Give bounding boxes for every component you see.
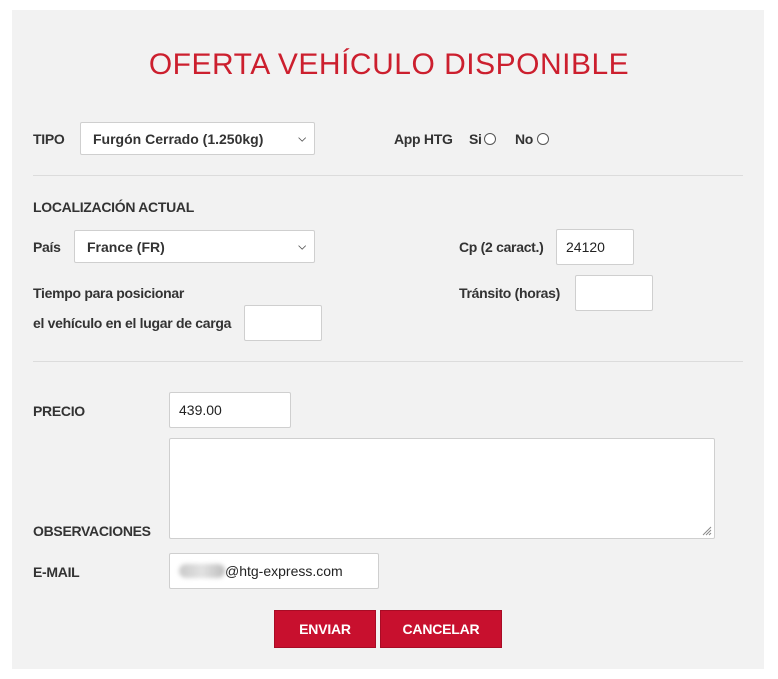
tiempo-input[interactable] (244, 305, 322, 341)
precio-label: PRECIO (33, 403, 85, 419)
precio-input[interactable]: 439.00 (169, 392, 291, 428)
app-htg-no-radio[interactable] (537, 133, 549, 145)
tipo-select[interactable]: Furgón Cerrado (1.250kg) ⌵ (80, 122, 315, 155)
email-input[interactable]: @htg-express.com (169, 553, 379, 589)
transito-label: Tránsito (horas) (459, 285, 560, 301)
chevron-down-icon: ⌵ (298, 241, 306, 252)
observaciones-label: OBSERVACIONES (33, 523, 151, 539)
page-title: OFERTA VEHÍCULO DISPONIBLE (148, 48, 630, 81)
cancelar-button[interactable]: CANCELAR (380, 610, 502, 648)
pais-label: País (33, 239, 61, 255)
tipo-select-value: Furgón Cerrado (1.250kg) (93, 130, 264, 147)
chevron-down-icon: ⌵ (298, 133, 306, 144)
app-htg-si-label: Si (469, 131, 482, 147)
email-label: E-MAIL (33, 564, 80, 580)
cp-input[interactable]: 24120 (556, 229, 634, 265)
precio-input-value: 439.00 (179, 402, 222, 418)
observaciones-textarea[interactable] (169, 438, 715, 539)
redacted-email-user (179, 564, 225, 578)
tiempo-label-line1: Tiempo para posicionar (33, 285, 185, 301)
cp-input-value: 24120 (566, 239, 605, 255)
divider (33, 175, 743, 176)
transito-input[interactable] (575, 275, 653, 311)
divider (33, 361, 743, 362)
enviar-button[interactable]: ENVIAR (274, 610, 376, 648)
resize-handle-icon[interactable] (702, 526, 712, 536)
app-htg-no-label: No (515, 131, 534, 147)
pais-select[interactable]: France (FR) ⌵ (74, 230, 315, 263)
app-htg-si-radio[interactable] (484, 133, 496, 145)
pais-select-value: France (FR) (87, 238, 165, 255)
tiempo-label-line2: el vehículo en el lugar de carga (33, 315, 232, 331)
form-panel (12, 10, 764, 669)
cp-label: Cp (2 caract.) (459, 239, 544, 255)
tipo-label: TIPO (33, 131, 65, 147)
localizacion-heading: LOCALIZACIÓN ACTUAL (33, 199, 194, 215)
email-input-domain: @htg-express.com (225, 563, 343, 579)
app-htg-label: App HTG (394, 131, 453, 147)
